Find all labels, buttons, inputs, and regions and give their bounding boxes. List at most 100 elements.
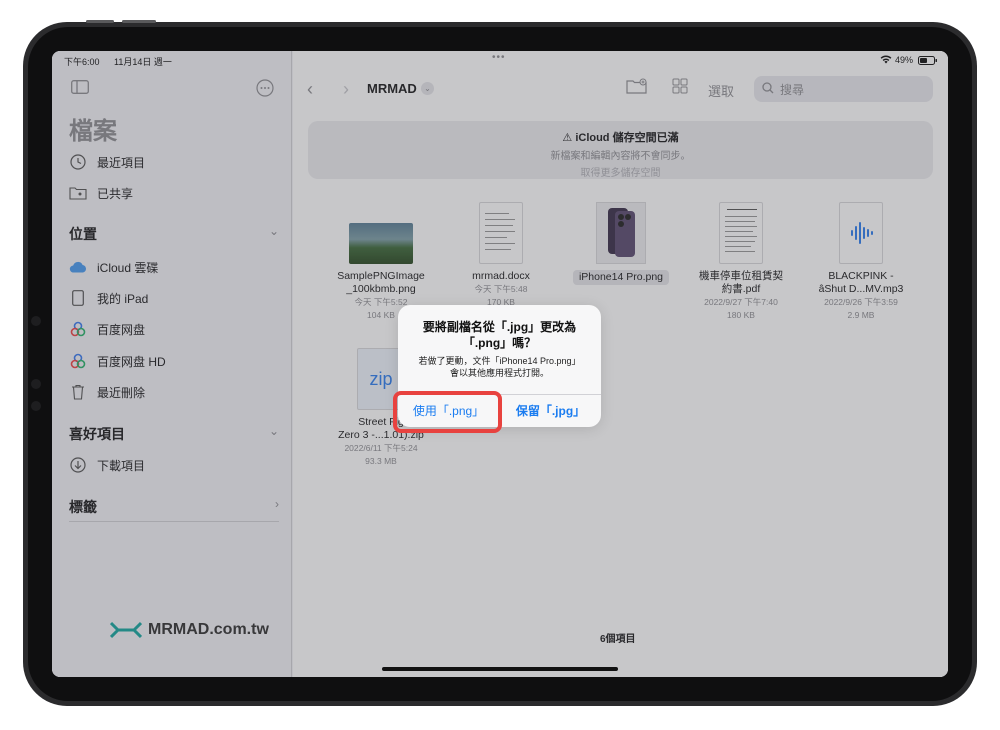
section-tags-label: 標籤 [69,499,97,515]
sidebar-toggle-icon[interactable] [71,80,89,98]
waveform-icon [851,222,873,244]
wifi-icon [880,55,892,66]
volume-button-2 [122,20,156,23]
ipad-screen: 下午6:00 11月14日 週一 ••• 49% 檔案 最近項目 已共享 位置 … [52,51,948,677]
camera-dot [31,316,41,326]
folder-title[interactable]: MRMAD [367,81,417,96]
file-name: iPhone14 Pro.png [572,270,670,285]
file-item[interactable]: 機車停車位租賃契 約書.pdf 2022/9/27 下午7:40 180 KB [686,202,796,322]
warning-icon: ⚠︎ [562,132,576,144]
mrmad-logo: MRMAD.com.tw [110,621,269,639]
search-placeholder: 搜尋 [780,82,805,97]
clock-icon [69,153,87,171]
file-name: mrmad.docx [472,270,530,282]
sidebar-item-label: 我的 iPad [97,291,149,306]
search-input[interactable]: 搜尋 [754,76,933,102]
keep-jpg-button[interactable]: 保留「.jpg」 [500,394,601,427]
banner-title: ⚠︎ iCloud 儲存空間已滿 [308,129,933,145]
more-options-icon[interactable] [256,79,274,101]
sidebar-item-label: 下載項目 [97,458,146,473]
battery-icon [918,56,938,67]
new-folder-icon[interactable] [626,78,648,98]
file-name: 機車停車位租賃契 [699,270,783,282]
select-button[interactable]: 選取 [708,81,734,100]
shared-folder-icon [69,184,87,202]
ipad-icon [69,289,87,307]
section-locations-label: 位置 [69,226,97,242]
section-locations-header[interactable]: 位置 ⌄ [69,224,279,244]
file-date: 2022/9/27 下午7:40 [704,297,778,307]
image-thumbnail [349,223,413,264]
highlight-annotation [393,391,502,433]
section-favorites-label: 喜好項目 [69,426,125,442]
multitask-dots-icon[interactable]: ••• [492,52,506,63]
section-favorites-header[interactable]: 喜好項目 ⌄ [69,424,279,444]
sidebar-item-baidu[interactable]: 百度网盘 [69,317,279,341]
chevron-down-icon: ⌄ [268,224,279,238]
banner-get-storage-link[interactable]: 取得更多儲存空間 [308,164,933,179]
status-date: 11月14日 週一 [114,57,172,67]
file-name-line2: 約書.pdf [721,283,761,295]
sidebar-item-label: iCloud 雲碟 [97,260,159,275]
file-name-line2: âShut D...MV.mp3 [818,283,904,295]
file-date: 2022/9/26 下午3:59 [824,297,898,307]
sidebar-item-label: 最近刪除 [97,385,146,400]
sidebar: 檔案 最近項目 已共享 位置 ⌄ iCloud 雲碟 我的 iPad 百度网盘 … [52,51,292,677]
chevron-down-icon: ⌄ [268,424,279,438]
icloud-full-banner: ⚠︎ iCloud 儲存空間已滿 新檔案和編輯內容將不會同步。 取得更多儲存空間 [308,121,933,179]
document-thumbnail [479,202,523,264]
forward-chevron-icon[interactable]: › [343,79,349,100]
banner-subtitle: 新檔案和編輯內容將不會同步。 [550,151,691,162]
folder-menu-chevron-icon[interactable]: ⌄ [421,82,434,95]
main-content: ‹ › MRMAD ⌄ 選取 搜尋 ⚠︎ iCloud 儲存空間已滿 新檔案和編… [293,51,948,677]
sidebar-item-recents[interactable]: 最近項目 [69,150,279,174]
sidebar-item-label: 百度网盘 [97,322,146,337]
battery-percent: 49% [895,55,914,65]
sidebar-item-icloud[interactable]: iCloud 雲碟 [69,255,279,279]
status-time: 下午6:00 [64,57,100,67]
file-size: 2.9 MB [847,310,875,320]
alert-message: 若做了更動，文件「iPhone14 Pro.png」會以其他應用程式打開。 [418,356,581,378]
section-tags-header[interactable]: 標籤 › [69,497,279,517]
file-name-line2: _100kbmb.png [346,283,416,295]
sidebar-item-label: 百度网盘 HD [97,354,166,369]
file-item[interactable]: mrmad.docx 今天 下午5:48 170 KB [446,202,556,309]
file-item[interactable]: BLACKPINK - âShut D...MV.mp3 2022/9/26 下… [806,202,916,322]
trash-icon [69,383,87,401]
sidebar-divider [69,521,279,522]
alert-title: 要將副檔名從「.jpg」更改為「.png」嗎？ [422,320,577,350]
baidu-pan-icon [69,320,87,338]
iphone-thumbnail [596,202,646,264]
file-size: 180 KB [727,310,755,320]
item-count: 6個項目 [600,634,636,645]
pdf-thumbnail [719,202,763,264]
file-item-selected[interactable]: iPhone14 Pro.png [566,202,676,285]
banner-title-text: iCloud 儲存空間已滿 [575,132,679,144]
sidebar-item-my-ipad[interactable]: 我的 iPad [69,286,279,310]
grid-view-icon[interactable] [672,78,688,98]
logo-text: MRMAD.com.tw [148,621,269,638]
file-name: BLACKPINK - [828,270,894,282]
zip-label: zip [369,368,393,389]
sidebar-item-downloads[interactable]: 下載項目 [69,453,279,477]
home-indicator[interactable] [382,667,618,671]
sidebar-title: 檔案 [69,118,117,145]
sidebar-item-baidu-hd[interactable]: 百度网盘 HD [69,349,279,373]
sidebar-item-recently-deleted[interactable]: 最近刪除 [69,380,279,404]
file-size: 93.3 MB [365,456,397,466]
sidebar-item-label: 最近項目 [97,155,146,170]
mrmad-logo-mark [110,621,142,639]
baidu-pan-hd-icon [69,352,87,370]
camera-dot-2 [31,379,41,389]
download-icon [69,456,87,474]
chevron-right-icon: › [275,497,279,511]
sidebar-item-shared[interactable]: 已共享 [69,181,279,205]
icloud-icon [69,258,87,276]
search-icon [762,81,774,97]
back-chevron-icon[interactable]: ‹ [307,79,313,100]
file-name: SamplePNGImage [337,270,425,282]
sidebar-item-label: 已共享 [97,186,134,201]
camera-dot-3 [31,401,41,411]
audio-thumbnail [839,202,883,264]
file-date: 今天 下午5:48 [474,284,528,294]
